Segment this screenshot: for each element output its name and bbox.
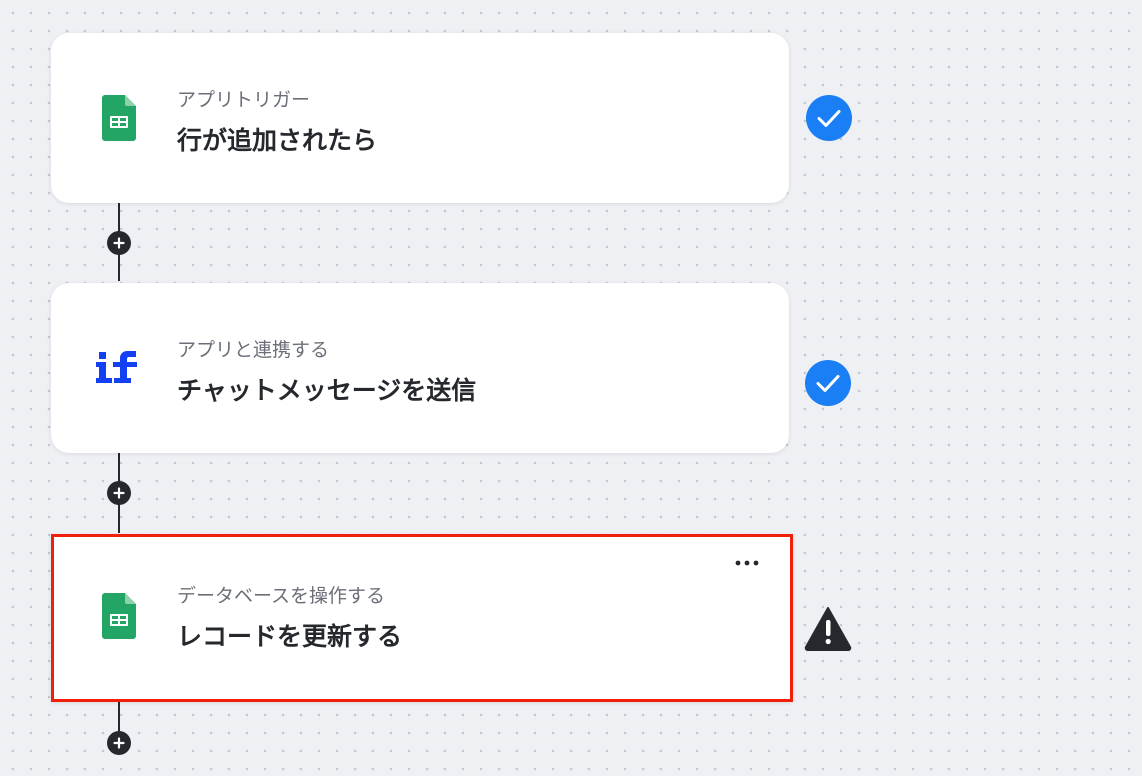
plus-icon	[113, 487, 125, 499]
step-title: 行が追加されたら	[177, 126, 378, 155]
plus-icon	[113, 737, 125, 749]
warning-triangle-icon	[804, 604, 852, 652]
google-sheets-icon	[95, 592, 143, 640]
more-horizontal-icon	[735, 560, 759, 566]
check-circle-icon	[804, 359, 852, 407]
action-step-card[interactable]: アプリと連携する チャットメッセージを送信	[51, 283, 789, 453]
add-step-button[interactable]	[107, 481, 131, 505]
google-sheets-icon	[95, 94, 143, 142]
step-title: レコードを更新する	[177, 622, 403, 651]
step-type-label: アプリトリガー	[177, 89, 311, 111]
check-circle-icon	[805, 94, 853, 142]
add-step-button[interactable]	[107, 231, 131, 255]
step-type-label: アプリと連携する	[177, 339, 330, 361]
step-title: チャットメッセージを送信	[177, 376, 477, 405]
plus-icon	[113, 237, 125, 249]
add-step-button[interactable]	[107, 731, 131, 755]
step-type-label: データベースを操作する	[177, 585, 386, 607]
more-options-button[interactable]	[732, 553, 762, 573]
database-step-card[interactable]: データベースを操作する レコードを更新する	[51, 534, 793, 702]
trigger-step-card[interactable]: アプリトリガー 行が追加されたら	[51, 33, 789, 203]
if-logo-icon	[95, 344, 143, 392]
